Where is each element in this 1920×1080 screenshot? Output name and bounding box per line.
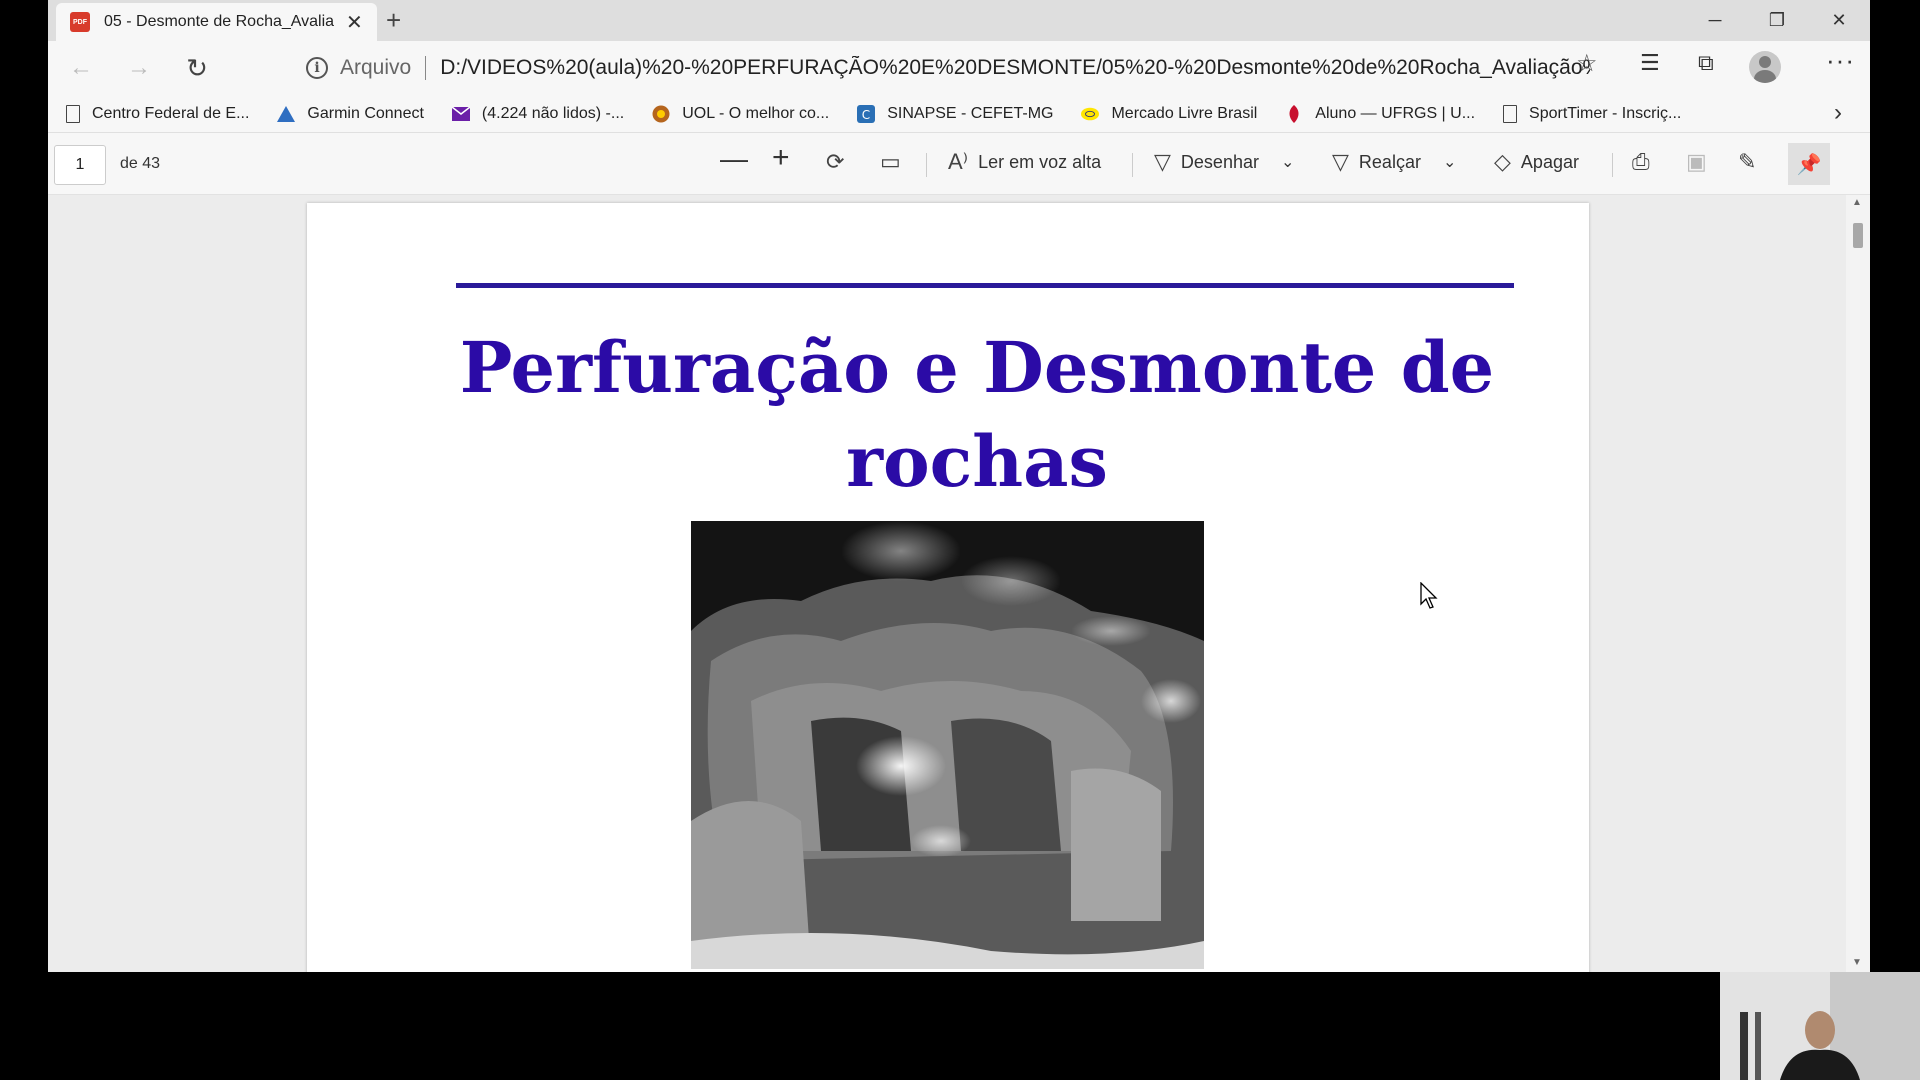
ufrgs-icon — [1285, 104, 1303, 123]
zoom-out-button[interactable]: — — [720, 143, 748, 175]
erase-label: Apagar — [1520, 151, 1579, 172]
tab-title: 05 - Desmonte de Rocha_Avaliaç — [104, 13, 334, 30]
url-scheme-label: Arquivo — [340, 56, 412, 79]
more-menu-icon[interactable]: ··· — [1826, 45, 1855, 76]
read-aloud-button[interactable]: A⁾ Ler em voz alta — [948, 149, 1101, 175]
favorite-item[interactable]: Aluno — UFRGS | U... — [1285, 104, 1476, 123]
eraser-icon: ◇ — [1494, 149, 1511, 174]
highlight-button[interactable]: ▽ Realçar ⌄ — [1332, 149, 1456, 175]
page-number-input[interactable]: 1 — [54, 145, 106, 185]
reload-button[interactable]: ↻ — [180, 51, 214, 85]
document-title: Perfuração e Desmonte de rochas — [459, 326, 1495, 503]
chevron-down-icon[interactable]: ⌄ — [1281, 152, 1294, 172]
highlight-icon: ▽ — [1332, 149, 1349, 174]
forward-button[interactable]: → — [122, 51, 156, 85]
pin-toolbar-button[interactable]: 📌 — [1788, 143, 1830, 185]
favorite-item[interactable]: UOL - O melhor co... — [652, 105, 829, 123]
close-window-button[interactable]: ✕ — [1808, 0, 1870, 40]
rock-blast-photo — [691, 521, 1204, 969]
favorite-item[interactable]: Garmin Connect — [277, 105, 424, 123]
restore-button[interactable]: ❐ — [1746, 0, 1808, 40]
draw-button[interactable]: ▽ Desenhar ⌄ — [1154, 149, 1294, 175]
fit-page-button[interactable]: ▭ — [880, 149, 911, 175]
garmin-icon — [277, 105, 296, 123]
read-aloud-icon: A⁾ — [948, 149, 969, 174]
back-button[interactable]: ← — [64, 51, 98, 85]
tab-active[interactable]: PDF 05 - Desmonte de Rocha_Avaliaç ✕ — [56, 3, 377, 41]
favorite-label: Centro Federal de E... — [92, 104, 250, 122]
url-separator — [425, 56, 427, 80]
info-icon[interactable]: i — [306, 57, 328, 79]
page-icon — [66, 104, 80, 123]
pdf-viewer[interactable]: Perfuração e Desmonte de rochas — [48, 195, 1846, 972]
favorite-item[interactable]: C SINAPSE - CEFET-MG — [857, 104, 1054, 123]
rotate-button[interactable]: ⟳ — [826, 149, 854, 175]
scroll-down-icon[interactable]: ▼ — [1852, 957, 1862, 968]
page-count: de 43 — [120, 155, 161, 172]
toolbar-divider — [1132, 153, 1133, 177]
draw-label: Desenhar — [1180, 151, 1259, 172]
vertical-scrollbar[interactable]: ▲ ▼ — [1846, 195, 1870, 972]
favorite-label: UOL - O melhor co... — [682, 104, 830, 122]
new-tab-button[interactable]: + — [386, 5, 401, 36]
save-icon: ▣ — [1686, 149, 1707, 174]
mouse-cursor-icon — [1420, 582, 1438, 609]
uol-icon — [652, 105, 670, 123]
favorites-bar: Centro Federal de E... Garmin Connect (4… — [48, 95, 1870, 133]
scroll-up-icon[interactable]: ▲ — [1852, 197, 1862, 208]
collections-icon[interactable]: ⧉ — [1698, 50, 1714, 76]
highlight-label: Realçar — [1358, 151, 1421, 172]
rotate-icon: ⟳ — [826, 149, 845, 174]
pdf-page: Perfuração e Desmonte de rochas — [307, 203, 1589, 972]
browser-window: PDF 05 - Desmonte de Rocha_Avaliaç ✕ + ─… — [48, 0, 1870, 972]
erase-button[interactable]: ◇ Apagar — [1494, 149, 1579, 175]
toolbar-divider — [926, 153, 927, 177]
favorite-item[interactable]: SportTimer - Inscriç... — [1503, 104, 1682, 123]
favorite-label: Aluno — UFRGS | U... — [1315, 104, 1476, 122]
toolbar-divider — [1612, 153, 1613, 177]
chevron-down-icon[interactable]: ⌄ — [1443, 152, 1456, 172]
sinapse-icon: C — [857, 104, 876, 123]
draw-icon: ▽ — [1154, 149, 1171, 174]
svg-text:C: C — [862, 108, 870, 122]
favorites-list-icon[interactable]: ☰ — [1640, 50, 1660, 76]
screen: PDF 05 - Desmonte de Rocha_Avaliaç ✕ + ─… — [0, 0, 1920, 1080]
favorite-label: Mercado Livre Brasil — [1111, 104, 1258, 122]
page-icon — [1503, 104, 1518, 123]
window-controls: ─ ❐ ✕ — [1684, 0, 1870, 40]
pin-icon: 📌 — [1796, 153, 1822, 176]
profile-avatar[interactable] — [1749, 51, 1781, 83]
pdf-toolbar: 1 de 43 — + ⟳ ▭ A⁾ Ler em voz alta ▽ Des… — [48, 133, 1870, 195]
favorite-item[interactable]: (4.224 não lidos) -... — [451, 104, 625, 123]
save-as-icon: ✎ — [1738, 149, 1757, 174]
favorite-label: Garmin Connect — [307, 104, 424, 122]
print-button[interactable]: ⎙ — [1632, 149, 1660, 175]
scroll-thumb[interactable] — [1853, 223, 1863, 248]
save-as-button[interactable]: ✎ — [1738, 149, 1766, 175]
mail-icon — [451, 105, 470, 123]
url-text[interactable]: D:/VIDEOS%20(aula)%20-%20PERFURAÇÃO%20E%… — [440, 56, 1590, 80]
tab-bar: PDF 05 - Desmonte de Rocha_Avaliaç ✕ + ─… — [48, 0, 1870, 41]
save-button: ▣ — [1686, 149, 1717, 175]
favorite-label: SINAPSE - CEFET-MG — [887, 104, 1054, 122]
favorite-item[interactable]: Centro Federal de E... — [66, 104, 250, 123]
chevron-right-icon[interactable]: › — [1834, 99, 1842, 127]
favorite-label: SportTimer - Inscriç... — [1529, 104, 1682, 122]
webcam-overlay — [1720, 972, 1920, 1080]
tab-close-icon[interactable]: ✕ — [346, 10, 363, 35]
pdf-icon: PDF — [70, 12, 90, 32]
address-bar[interactable]: i Arquivo D:/VIDEOS%20(aula)%20-%20PERFU… — [246, 48, 1666, 88]
print-icon: ⎙ — [1632, 149, 1650, 174]
read-aloud-label: Ler em voz alta — [978, 151, 1102, 172]
mercado-livre-icon — [1081, 105, 1100, 123]
favorite-item[interactable]: Mercado Livre Brasil — [1081, 105, 1257, 123]
fit-page-icon: ▭ — [880, 149, 901, 174]
favorite-label: (4.224 não lidos) -... — [481, 104, 625, 122]
minimize-button[interactable]: ─ — [1684, 0, 1746, 40]
zoom-in-button[interactable]: + — [772, 141, 790, 175]
title-rule — [456, 283, 1514, 288]
favorite-star-icon[interactable]: ☆ — [1576, 49, 1598, 78]
navigation-bar: ← → ↻ i Arquivo D:/VIDEOS%20(aula)%20-%2… — [48, 41, 1870, 95]
